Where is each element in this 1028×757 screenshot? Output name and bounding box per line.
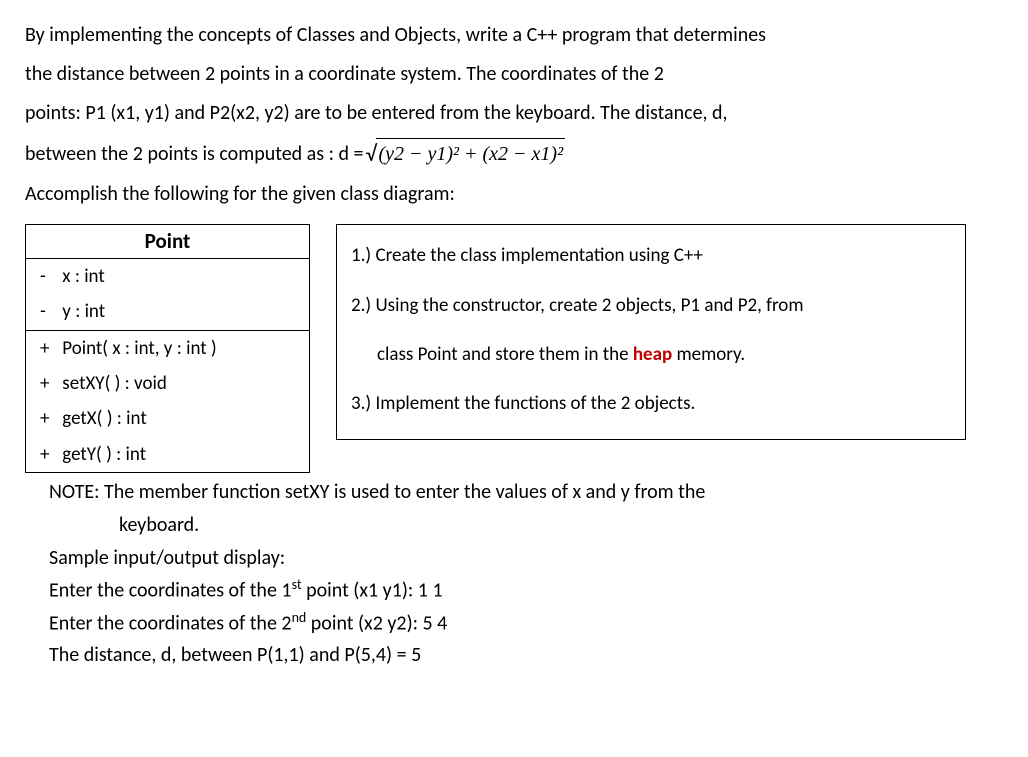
uml-op: + getY( ) : int (26, 437, 309, 472)
uml-op: + setXY( ) : void (26, 366, 309, 401)
uml-op: + getX( ) : int (26, 401, 309, 436)
sample-line-2: Enter the coordinates of the 2nd point (… (49, 607, 1003, 640)
visibility-private: - (40, 297, 58, 326)
uml-attr: - y : int (26, 294, 309, 329)
intro-line-2: the distance between 2 points in a coord… (25, 59, 1003, 90)
diagram-and-instructions: Point - x : int - y : int + Point( x : i… (25, 224, 1003, 473)
instruction-2-cont: class Point and store them in the heap m… (351, 340, 951, 369)
visibility-public: + (40, 404, 58, 433)
uml-attributes: - x : int - y : int (26, 258, 310, 330)
attr-text: x : int (62, 265, 104, 288)
intro-line-1: By implementing the concepts of Classes … (25, 20, 1003, 51)
instruction-2: 2.) Using the constructor, create 2 obje… (351, 291, 951, 320)
sqrt-expression: (y2 − y1)² + (x2 − x1)² (376, 138, 565, 170)
intro-line-formula: between the 2 points is computed as : d … (25, 137, 1003, 171)
heap-keyword: heap (633, 343, 672, 366)
sqrt-icon: √ (365, 137, 376, 171)
sample-l1-post: point (x1 y1): 1 1 (302, 579, 443, 603)
visibility-private: - (40, 262, 58, 291)
note-section: NOTE: The member function setXY is used … (25, 477, 1003, 541)
intro-line-3: points: P1 (x1, y1) and P2(x2, y2) are t… (25, 98, 1003, 129)
sample-l1-pre: Enter the coordinates of the 1 (49, 579, 292, 603)
instr-2b-post: memory. (672, 343, 745, 366)
sample-io: Sample input/output display: Enter the c… (25, 543, 1003, 670)
uml-op: + Point( x : int, y : int ) (26, 331, 309, 366)
op-text: Point( x : int, y : int ) (62, 337, 216, 360)
ordinal-suffix: st (292, 576, 302, 593)
visibility-public: + (40, 369, 58, 398)
visibility-public: + (40, 440, 58, 469)
sample-line-3: The distance, d, between P(1,1) and P(5,… (49, 640, 1003, 671)
ordinal-suffix: nd (292, 609, 307, 626)
op-text: getY( ) : int (62, 443, 146, 466)
sample-l2-post: point (x2 y2): 5 4 (306, 612, 447, 636)
op-text: getX( ) : int (62, 407, 146, 430)
visibility-public: + (40, 334, 58, 363)
uml-operations: + Point( x : int, y : int ) + setXY( ) :… (26, 330, 310, 473)
sample-header: Sample input/output display: (49, 543, 1003, 574)
note-line-2: keyboard. (49, 510, 1003, 541)
uml-attr: - x : int (26, 259, 309, 294)
problem-statement: By implementing the concepts of Classes … (25, 20, 1003, 210)
sample-line-1: Enter the coordinates of the 1st point (… (49, 574, 1003, 607)
sample-l2-pre: Enter the coordinates of the 2 (49, 612, 292, 636)
note-line-1: NOTE: The member function setXY is used … (49, 477, 1003, 508)
attr-text: y : int (62, 300, 105, 323)
op-text: setXY( ) : void (62, 372, 167, 395)
formula-prefix: between the 2 points is computed as : d … (25, 139, 363, 170)
instruction-1: 1.) Create the class implementation usin… (351, 241, 951, 270)
uml-class-diagram: Point - x : int - y : int + Point( x : i… (25, 224, 310, 473)
instructions-box: 1.) Create the class implementation usin… (336, 224, 966, 440)
intro-line-5: Accomplish the following for the given c… (25, 179, 1003, 210)
instruction-3: 3.) Implement the functions of the 2 obj… (351, 389, 951, 418)
uml-class-name: Point (26, 225, 310, 259)
instr-2b-pre: class Point and store them in the (377, 343, 633, 366)
